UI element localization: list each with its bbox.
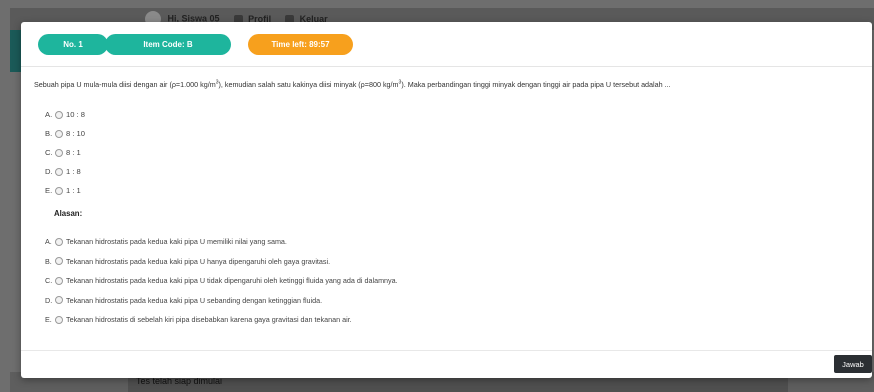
reason-option-b[interactable]: B. Tekanan hidrostatis pada kedua kaki p… [45,252,398,272]
reason-title: Alasan: [54,209,83,218]
reason-option-c[interactable]: C. Tekanan hidrostatis pada kedua kaki p… [45,271,398,291]
radio-button[interactable] [55,129,63,138]
radio-button[interactable] [55,167,63,176]
radio-button[interactable] [55,276,63,285]
question-text: Sebuah pipa U mula-mula diisi dengan air… [34,79,671,89]
reason-option-a[interactable]: A. Tekanan hidrostatis pada kedua kaki p… [45,232,398,252]
answer-option-a[interactable]: A. 10 : 8 [45,105,85,124]
submit-answer-button[interactable]: Jawab [834,355,872,373]
radio-button[interactable] [55,110,63,119]
radio-button[interactable] [55,148,63,157]
time-left-badge: Time left: 89:57 [248,34,353,55]
reason-option-e[interactable]: E. Tekanan hidrostatis di sebelah kiri p… [45,310,398,330]
radio-button[interactable] [55,296,63,305]
radio-button[interactable] [55,237,63,246]
reason-options: A. Tekanan hidrostatis pada kedua kaki p… [45,232,398,330]
radio-button[interactable] [55,257,63,266]
answer-option-d[interactable]: D. 1 : 8 [45,162,85,181]
footer-divider [21,350,872,351]
answer-option-b[interactable]: B. 8 : 10 [45,124,85,143]
radio-button[interactable] [55,186,63,195]
question-modal: No. 1 Item Code: B Time left: 89:57 Sebu… [21,22,872,378]
reason-option-d[interactable]: D. Tekanan hidrostatis pada kedua kaki p… [45,291,398,311]
answer-option-e[interactable]: E. 1 : 1 [45,181,85,200]
answer-options: A. 10 : 8 B. 8 : 10 C. 8 : 1 D. 1 : 8 E.… [45,105,85,200]
item-code-badge: Item Code: B [105,34,231,55]
radio-button[interactable] [55,315,63,324]
question-number-badge: No. 1 [38,34,108,55]
modal-header: No. 1 Item Code: B Time left: 89:57 [21,22,872,67]
answer-option-c[interactable]: C. 8 : 1 [45,143,85,162]
